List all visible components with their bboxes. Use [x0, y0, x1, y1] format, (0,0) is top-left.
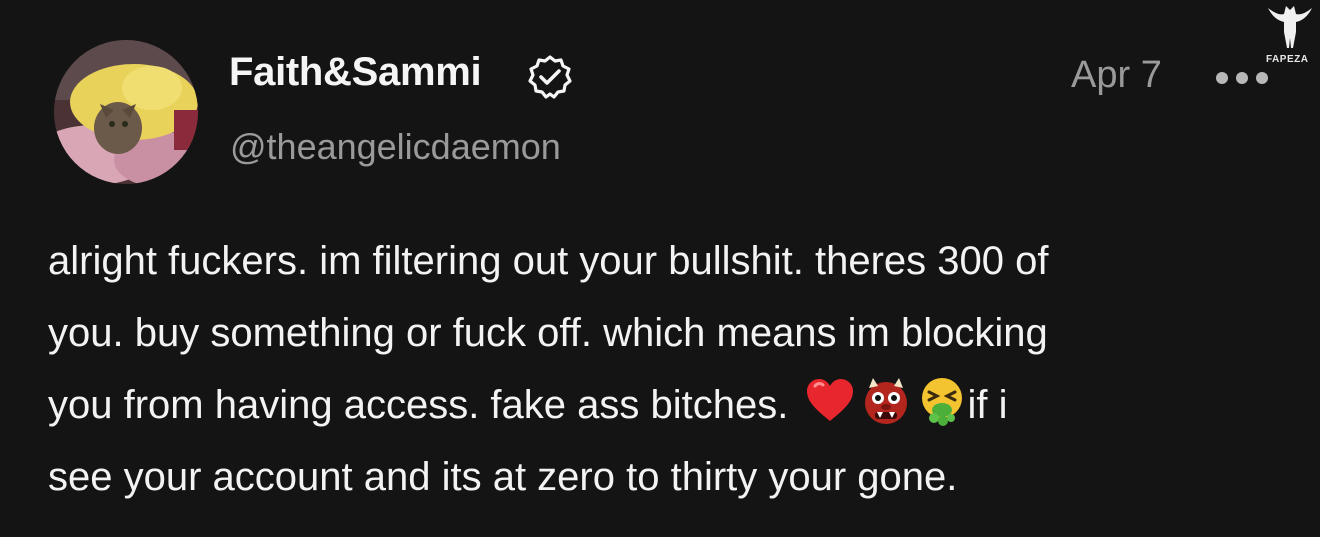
post-text-line: you. buy something or fuck off. which me… [48, 311, 1048, 355]
author-display-name[interactable]: Faith&Sammi [229, 50, 482, 95]
post-timestamp: Apr 7 [1071, 54, 1162, 96]
post-text-segment: if i [967, 383, 1008, 427]
avatar-image [54, 40, 198, 184]
post-text-line: see your account and its at zero to thir… [48, 455, 958, 499]
red-heart-emoji-icon [807, 379, 854, 421]
avatar[interactable] [54, 40, 198, 184]
author-handle[interactable]: @theangelicdaemon [230, 126, 561, 168]
post-card: Faith&Sammi @theangelicdaemon Apr 7 FAPE… [0, 0, 1320, 537]
verified-badge-icon [528, 55, 572, 99]
post-text-line: alright fuckers. im filtering out your b… [48, 239, 1049, 283]
post-text-segment: you from having access. fake ass bitches… [48, 383, 789, 427]
ogre-emoji-icon [865, 378, 908, 424]
post-text-line-with-emoji: you from having access. fake ass bitches… [48, 369, 1288, 441]
watermark-text: FAPEZA [1266, 54, 1309, 65]
post-body: alright fuckers. im filtering out your b… [48, 225, 1288, 513]
more-options-icon[interactable] [1214, 66, 1270, 90]
vomiting-face-emoji-icon [922, 378, 963, 426]
